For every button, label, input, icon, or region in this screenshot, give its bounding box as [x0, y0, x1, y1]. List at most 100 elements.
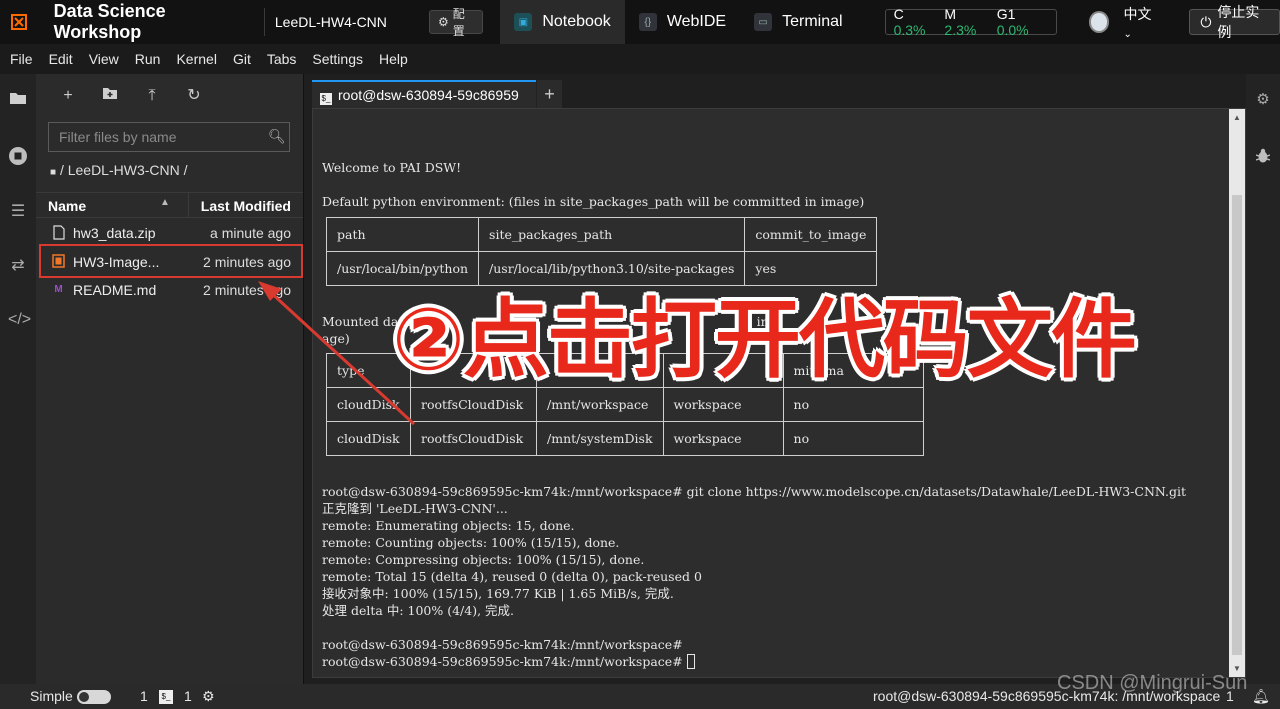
table-cell: yes	[744, 251, 878, 286]
terminal-status-icon: $_	[159, 690, 173, 704]
terminal-count[interactable]: 1	[184, 688, 192, 704]
table-cell: /mnt/workspace	[536, 387, 664, 422]
table-cell: commit_to_image	[744, 217, 878, 252]
file-modified: 2 minutes ago	[203, 282, 291, 298]
tab-webide-label: WebIDE	[666, 13, 727, 30]
menu-settings[interactable]: Settings	[304, 51, 371, 67]
annotation-text: ②点击打开代码文件	[392, 290, 1137, 390]
notebook-icon: ▣	[514, 13, 533, 31]
terminal-line: root@dsw-630894-59c869595c-km74k:/mnt/wo…	[322, 637, 683, 652]
file-icon	[52, 225, 65, 240]
menu-help[interactable]: Help	[371, 51, 416, 67]
terminal-line: root@dsw-630894-59c869595c-km74k:/mnt/wo…	[322, 484, 1187, 499]
tab-notebook-label: Notebook	[542, 13, 611, 30]
folder-small-icon: ■	[50, 167, 57, 178]
settings-cog-icon[interactable]: ⚙	[202, 688, 215, 705]
table-cell: workspace	[662, 387, 784, 422]
column-name[interactable]: Name	[48, 198, 86, 214]
menu-view[interactable]: View	[81, 51, 127, 67]
top-bar: Data Science Workshop LeeDL-HW4-CNN ⚙ 配置…	[0, 0, 1280, 44]
table-row: path site_packages_path commit_to_image	[325, 217, 878, 252]
toc-icon[interactable]: ☰	[8, 202, 28, 222]
file-browser-toolbar: + ⤒ ↻	[58, 86, 204, 106]
debugger-icon[interactable]	[1255, 148, 1271, 164]
terminal-line: remote: Enumerating objects: 15, done.	[322, 518, 575, 533]
kernel-count[interactable]: 1	[140, 688, 148, 704]
table-row: /usr/local/bin/python /usr/local/lib/pyt…	[325, 251, 878, 286]
gpu-value: 0.0%	[996, 22, 1029, 38]
stop-instance-label: 停止实例	[1217, 4, 1260, 40]
simple-mode-label: Simple	[30, 688, 73, 704]
config-button[interactable]: ⚙ 配置	[428, 7, 484, 38]
table-row: cloudDisk rootfsCloudDisk /mnt/systemDis…	[326, 421, 924, 456]
menu-kernel[interactable]: Kernel	[168, 51, 224, 67]
git-icon[interactable]: ⇄	[8, 256, 28, 276]
column-modified[interactable]: Last Modified	[201, 198, 291, 214]
watermark: CSDN @Mingrui-Sun	[1057, 672, 1248, 694]
refresh-icon[interactable]: ↻	[184, 86, 204, 106]
terminal-line: 正克隆到 'LeeDL-HW3-CNN'...	[322, 501, 508, 516]
menu-git[interactable]: Git	[225, 51, 259, 67]
running-kernels-icon[interactable]	[8, 146, 28, 166]
tab-terminal-session[interactable]: $_ root@dsw-630894-59c86959	[312, 80, 536, 108]
app-title: Data Science Workshop	[53, 1, 166, 42]
stop-instance-button[interactable]: ⏻ 停止实例	[1189, 4, 1280, 40]
search-icon: 🔍︎	[268, 128, 286, 144]
menu-tabs[interactable]: Tabs	[259, 51, 305, 67]
terminal-prompt-line[interactable]: root@dsw-630894-59c869595c-km74k:/mnt/wo…	[322, 653, 1186, 670]
notification-bell-icon[interactable]: 🔔︎	[1252, 688, 1270, 705]
menu-run[interactable]: Run	[127, 51, 169, 67]
markdown-icon: M	[54, 284, 63, 295]
breadcrumb[interactable]: ■ / LeeDL-HW3-CNN /	[50, 162, 188, 178]
table-cell: cloudDisk	[326, 421, 411, 456]
new-launcher-icon[interactable]: +	[58, 86, 78, 106]
scrollbar-thumb[interactable]	[1232, 195, 1242, 655]
config-label: 配置	[452, 7, 465, 38]
table-cell: site_packages_path	[478, 217, 746, 252]
simple-mode-toggle[interactable]	[77, 690, 111, 704]
tab-terminal[interactable]: ▭ Terminal	[740, 0, 856, 44]
tab-notebook[interactable]: ▣ Notebook	[500, 0, 625, 44]
avatar[interactable]	[1088, 11, 1110, 33]
property-inspector-icon[interactable]: ⚙	[1255, 92, 1271, 108]
file-filter-input[interactable]	[48, 122, 290, 152]
terminal-line: 接收对象中: 100% (15/15), 169.77 KiB | 1.65 M…	[322, 586, 674, 601]
mem-value: 2.3%	[944, 22, 977, 38]
code-icon[interactable]: </>	[8, 310, 31, 330]
terminal-line: remote: Total 15 (delta 4), reused 0 (de…	[322, 569, 702, 584]
new-folder-icon[interactable]	[100, 86, 120, 106]
upload-icon[interactable]: ⤒	[142, 86, 162, 106]
terminal-tab-title: root@dsw-630894-59c86959	[338, 87, 519, 103]
menu-edit[interactable]: Edit	[41, 51, 81, 67]
right-sidebar: ⚙	[1246, 74, 1280, 684]
tab-webide[interactable]: {} WebIDE	[625, 0, 740, 44]
gear-icon: ⚙	[437, 15, 449, 29]
cpu-value: 0.3%	[893, 22, 926, 38]
table-row: cloudDisk rootfsCloudDisk /mnt/workspace…	[326, 387, 924, 422]
divider	[263, 8, 265, 36]
terminal-scrollbar[interactable]: ▲ ▼	[1229, 109, 1245, 677]
terminal-line: remote: Compressing objects: 100% (15/15…	[322, 552, 645, 567]
app-logo[interactable]	[0, 0, 38, 44]
folder-icon[interactable]	[8, 90, 28, 110]
table-cell: path	[325, 217, 480, 252]
scroll-up-icon[interactable]: ▲	[1233, 113, 1241, 122]
power-icon: ⏻	[1200, 13, 1212, 30]
terminal-line: 处理 delta 中: 100% (4/4), 完成.	[322, 603, 515, 618]
terminal-text-top: Welcome to PAI DSW! Default python envir…	[322, 159, 864, 210]
menu-file[interactable]: File	[2, 51, 41, 67]
terminal-output[interactable]: Welcome to PAI DSW! Default python envir…	[312, 108, 1246, 678]
terminal-icon: ▭	[754, 13, 773, 31]
webide-icon: {}	[638, 13, 657, 31]
resource-monitor[interactable]: C 0.3% M 2.3% G1 0.0%	[884, 6, 1057, 38]
chevron-down-icon: ⌄	[1123, 29, 1132, 40]
language-select[interactable]: 中文 ⌄	[1123, 4, 1161, 40]
sort-asc-icon: ▲	[160, 197, 170, 208]
add-tab-button[interactable]: +	[536, 80, 562, 108]
table-cell: /usr/local/bin/python	[325, 251, 480, 286]
file-row[interactable]: M README.md 2 minutes ago	[36, 276, 303, 304]
table-cell: /usr/local/lib/python3.10/site-packages	[478, 251, 746, 286]
document-tab-bar: $_ root@dsw-630894-59c86959 +	[304, 74, 1246, 108]
column-divider	[188, 193, 189, 217]
file-row[interactable]: hw3_data.zip a minute ago	[36, 219, 303, 247]
